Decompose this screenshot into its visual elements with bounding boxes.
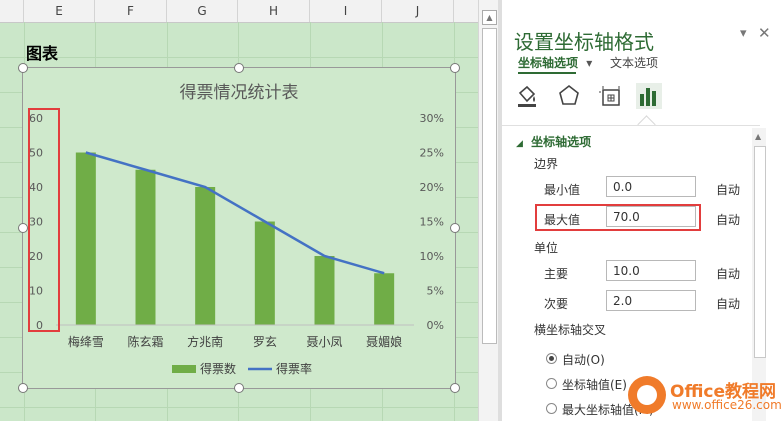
tab-text-options[interactable]: 文本选项 [610,54,658,71]
tab-active-indicator [518,72,576,74]
bar-3[interactable] [195,187,216,325]
right-axis-tick-label[interactable]: 20% [420,181,444,194]
legend-bar-swatch[interactable] [172,365,196,373]
pane-divider [502,125,760,126]
sheet-vertical-scrollbar[interactable]: ▲ [478,0,499,421]
minor-unit-auto-button[interactable]: 自动 [716,295,740,312]
bar-5[interactable] [314,256,335,325]
effects-icon[interactable] [556,83,582,109]
format-axis-pane: 设置坐标轴格式 ▾ ✕ 坐标轴选项 ▾ 文本选项 ◢ 坐标轴选项 边界 最小值 … [502,0,783,421]
tab-axis-options[interactable]: 坐标轴选项 ▾ [518,54,592,71]
bar-1[interactable] [75,152,96,326]
watermark: Office教程网 www.office26.com [628,376,782,416]
collapse-triangle-icon: ◢ [516,139,523,149]
fill-line-icon[interactable] [514,83,540,109]
close-icon[interactable]: ✕ [758,24,771,42]
max-bound-input[interactable] [606,206,696,227]
section-axis-options[interactable]: ◢ 坐标轴选项 [516,133,591,150]
bar-2[interactable] [135,169,156,325]
right-axis-tick-label[interactable]: 30% [420,112,444,125]
min-bound-label: 最小值 [544,183,581,197]
legend-label-votes[interactable]: 得票数 [200,361,236,376]
axis-options-icon[interactable] [636,83,662,109]
pane-scroll-up-icon[interactable]: ▲ [755,132,761,141]
major-unit-auto-button[interactable]: 自动 [716,265,740,282]
chevron-down-icon: ▾ [586,56,593,70]
category-label[interactable]: 聂小凤 [306,335,342,349]
bar-4[interactable] [254,221,275,326]
category-label[interactable]: 罗玄 [253,334,277,349]
category-label[interactable]: 聂媚娘 [366,334,402,349]
right-axis-tick-label[interactable]: 25% [420,147,444,160]
category-label[interactable]: 方兆南 [187,334,223,349]
crosses-max-radio[interactable] [546,403,557,414]
legend-label-rate[interactable]: 得票率 [276,361,312,376]
category-label[interactable]: 陈玄霜 [127,334,163,349]
pane-options-dropdown-icon[interactable]: ▾ [740,26,747,41]
right-axis-tick-label[interactable]: 5% [427,285,444,298]
crosses-auto-radio[interactable] [546,353,557,364]
scroll-up-arrow-icon[interactable]: ▲ [482,10,497,25]
min-bound-auto-button[interactable]: 自动 [716,181,740,198]
chart-plot[interactable]: 605040302010030%25%20%15%10%5%0%梅绛雪 陈玄霜 方兆… [0,0,478,421]
line-series-vote-rate[interactable] [85,151,385,275]
bar-6[interactable] [374,273,395,325]
office-logo-icon [628,376,666,414]
max-bound-label: 最大值 [544,213,581,227]
major-unit-input[interactable] [606,260,696,281]
pane-scrollbar-thumb[interactable] [754,146,766,358]
crosses-auto-label[interactable]: 自动(O) [562,351,605,368]
pane-title: 设置坐标轴格式 [514,30,654,54]
scrollbar-thumb[interactable] [482,28,497,344]
worksheet-area[interactable]: E F G H I J 图表 得票情况统计表 60 50 40 30 20 10 0 30% 2… [0,0,478,421]
units-label: 单位 [534,241,559,255]
section-axis-options-label: 坐标轴选项 [531,135,592,149]
bounds-label: 边界 [534,157,559,171]
left-axis-highlight [28,108,60,332]
min-bound-input[interactable] [606,176,696,197]
right-axis-tick-label[interactable]: 0% [427,319,444,332]
tab-axis-options-label: 坐标轴选项 [518,56,579,70]
watermark-url: www.office26.com [672,398,782,412]
minor-unit-input[interactable] [606,290,696,311]
category-label[interactable]: 梅绛雪 [68,334,104,349]
max-bound-auto-button[interactable]: 自动 [716,211,740,228]
minor-unit-label: 次要 [544,297,569,311]
size-properties-icon[interactable] [598,83,624,109]
crosses-value-radio[interactable] [546,378,557,389]
horizontal-axis-crosses-label: 横坐标轴交叉 [534,323,607,337]
major-unit-label: 主要 [544,267,569,281]
right-axis-tick-label[interactable]: 15% [420,216,444,229]
crosses-value-label[interactable]: 坐标轴值(E) [562,376,627,393]
right-axis-tick-label[interactable]: 10% [420,250,444,263]
